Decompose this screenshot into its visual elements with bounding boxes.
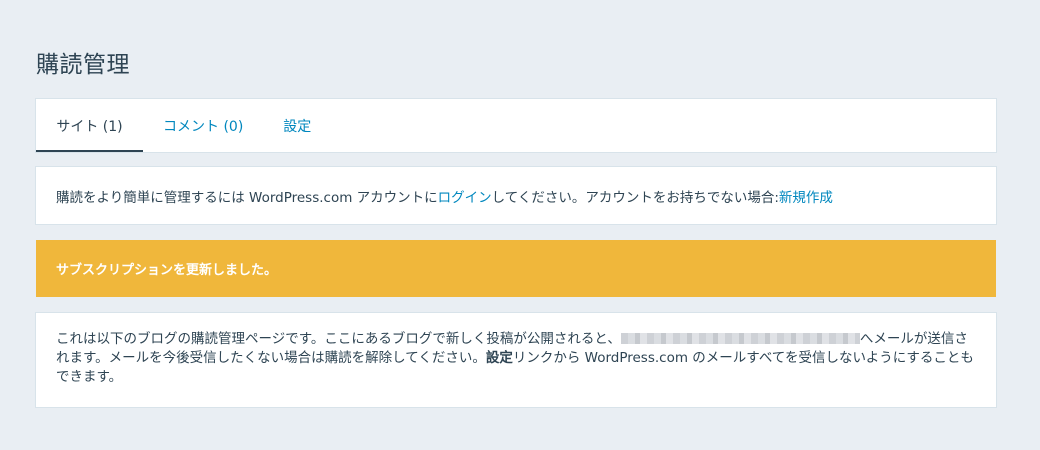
redacted-email: [620, 333, 860, 344]
tab-sites[interactable]: サイト (1): [36, 99, 143, 152]
login-link[interactable]: ログイン: [438, 186, 492, 206]
notice-text-middle: してください。アカウントをお持ちでない場合:: [491, 189, 779, 206]
page-title: 購読管理: [36, 52, 130, 78]
info-card: これは以下のブログの購読管理ページです。ここにあるブログで新しく投稿が公開される…: [36, 313, 996, 407]
tab-settings[interactable]: 設定: [283, 99, 311, 152]
section-nav-tabs: サイト (1) コメント (0) 設定: [36, 99, 996, 152]
notice-text-before: 購読をより簡単に管理するには WordPress.com アカウントに: [56, 189, 438, 206]
tab-comments[interactable]: コメント (0): [163, 99, 243, 152]
info-text-before-email: これは以下のブログの購読管理ページです。ここにあるブログで新しく投稿が公開される…: [56, 331, 621, 347]
login-notice-card: 購読をより簡単に管理するには WordPress.com アカウントに ログインし…: [36, 167, 996, 224]
info-paragraph: これは以下のブログの購読管理ページです。ここにあるブログで新しく投稿が公開される…: [56, 330, 976, 387]
success-message: サブスクリプションを更新しました。: [56, 263, 278, 278]
signup-link[interactable]: 新規作成: [779, 186, 833, 206]
success-banner: サブスクリプションを更新しました。: [36, 240, 996, 297]
settings-bold-text: 設定: [485, 350, 513, 366]
